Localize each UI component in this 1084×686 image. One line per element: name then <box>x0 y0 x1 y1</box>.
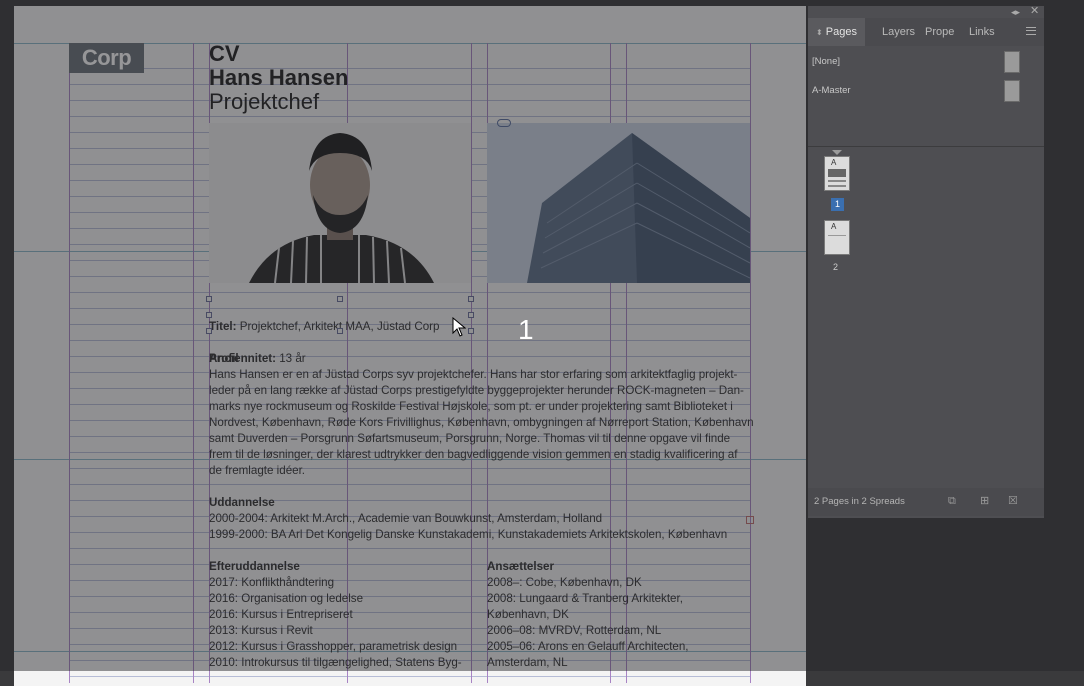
portrait-photo[interactable] <box>209 123 471 283</box>
employment-item[interactable]: 2006–08: MVRDV, Rotterdam, NL <box>487 623 661 639</box>
title-label: Titel: <box>209 320 237 333</box>
corp-logo[interactable]: Corp <box>69 43 144 73</box>
frame-handle[interactable] <box>206 296 212 302</box>
trash-icon[interactable]: ☒ <box>1008 496 1019 507</box>
employment-item[interactable]: København, DK <box>487 607 569 623</box>
frame-handle[interactable] <box>206 328 212 334</box>
education-item[interactable]: 1999-2000: BA Arl Det Kongelig Danske Ku… <box>209 527 754 543</box>
mouse-pointer-icon <box>452 317 466 337</box>
further-education-heading[interactable]: Efteruddannelse <box>209 559 300 575</box>
baseline-grid-line <box>69 292 750 293</box>
education-heading[interactable]: Uddannelse <box>209 495 754 511</box>
page-selection-arrow-icon <box>832 150 842 155</box>
frame-handle[interactable] <box>337 296 343 302</box>
baseline-grid-line <box>69 116 750 117</box>
double-arrow-icon[interactable]: ◂▸ <box>1011 7 1020 17</box>
page-thumbnail-2[interactable]: A 2 <box>824 220 854 280</box>
tab-stepper-icon: ⬍ <box>816 28 823 37</box>
tab-links[interactable]: Links <box>969 18 995 46</box>
column-guide <box>193 43 194 683</box>
further-education-item[interactable]: 2012: Kursus i Grasshopper, parametrisk … <box>209 639 457 655</box>
frame-handle[interactable] <box>468 312 474 318</box>
column-guide <box>69 43 70 683</box>
link-icon[interactable] <box>497 119 511 127</box>
page-count-status: 2 Pages in 2 Spreads <box>814 496 905 507</box>
master-row-none[interactable]: [None] <box>808 48 1044 74</box>
page-master-prefix: A <box>831 222 837 231</box>
tab-properties[interactable]: Prope <box>925 18 954 46</box>
page-thumbnail-1[interactable]: A 1 <box>824 150 854 216</box>
employment-item[interactable]: Amsterdam, NL <box>487 655 568 671</box>
page-size-icon[interactable]: ⧉ <box>948 496 959 507</box>
frame-handle[interactable] <box>206 312 212 318</box>
master-a-label: A-Master <box>812 85 851 96</box>
overset-text-icon[interactable] <box>746 516 754 524</box>
further-education-item[interactable]: 2010: Introkursus til tilgængelighed, St… <box>209 655 462 671</box>
baseline-grid-line <box>69 548 750 549</box>
further-education-item[interactable]: 2013: Kursus i Revit <box>209 623 313 639</box>
building-photo[interactable] <box>487 123 750 283</box>
tab-pages-label: Pages <box>825 26 857 38</box>
baseline-grid-line <box>69 580 750 581</box>
pages-panel[interactable]: ◂▸ ✕ ⬍ Pages Layers Prope Links [None] A… <box>807 6 1044 518</box>
master-thumbnail <box>1004 51 1020 73</box>
close-icon[interactable]: ✕ <box>1030 6 1039 17</box>
tab-layers[interactable]: Layers <box>882 18 915 46</box>
master-row-a[interactable]: A-Master <box>808 77 1044 103</box>
employment-item[interactable]: 2008–: Cobe, København, DK <box>487 575 642 591</box>
further-education-item[interactable]: 2016: Kursus i Entrepriseret <box>209 607 353 623</box>
page-1-preview: A <box>824 156 850 191</box>
baseline-grid-line <box>69 676 750 677</box>
person-name[interactable]: Hans Hansen <box>209 66 348 90</box>
baseline-grid-line <box>69 100 750 101</box>
page-master-prefix: A <box>831 158 837 167</box>
master-thumbnail <box>1004 80 1020 102</box>
job-title-heading[interactable]: Projektchef <box>209 90 319 114</box>
frame-handle[interactable] <box>468 328 474 334</box>
profile-text[interactable]: Hans Hansen er en af Jüstad Corps syv pr… <box>209 367 754 479</box>
frame-handle[interactable] <box>337 328 343 334</box>
new-page-icon[interactable]: ⊞ <box>980 496 991 507</box>
baseline-grid-line <box>69 484 750 485</box>
employment-item[interactable]: 2005–06: Arons en Gelauff Architecten, <box>487 639 689 655</box>
cv-heading[interactable]: CV <box>209 42 240 66</box>
education-item[interactable]: 2000-2004: Arkitekt M.Arch., Academie va… <box>209 511 754 527</box>
employment-heading[interactable]: Ansættelser <box>487 559 554 575</box>
further-education-item[interactable]: 2016: Organisation og ledelse <box>209 591 363 607</box>
master-none-label: [None] <box>812 56 840 67</box>
tab-pages[interactable]: ⬍ Pages <box>808 18 865 46</box>
baseline-grid-line <box>69 564 750 565</box>
page-2-preview: A <box>824 220 850 255</box>
page-2-number: 2 <box>833 262 839 272</box>
further-education-item[interactable]: 2017: Konflikthåndtering <box>209 575 334 591</box>
baseline-grid-line <box>69 612 750 613</box>
page-number-overlay: 1 <box>518 314 534 345</box>
panel-menu-icon[interactable] <box>1026 27 1036 35</box>
panel-tab-bar: ⬍ Pages Layers Prope Links <box>808 18 1044 46</box>
baseline-grid-line <box>69 84 750 85</box>
pages-status-bar: 2 Pages in 2 Spreads ⧉ ⊞ ☒ <box>808 488 1044 516</box>
baseline-grid-line <box>69 68 750 69</box>
document-page[interactable]: Corp CV Hans Hansen Projektchef Titel: P… <box>14 6 806 686</box>
employment-item[interactable]: 2008: Lungaard & Tranberg Arkitekter, <box>487 591 683 607</box>
panel-divider <box>808 146 1044 147</box>
page-1-number: 1 <box>831 198 844 211</box>
profile-heading[interactable]: Profil <box>209 351 754 367</box>
frame-handle[interactable] <box>468 296 474 302</box>
